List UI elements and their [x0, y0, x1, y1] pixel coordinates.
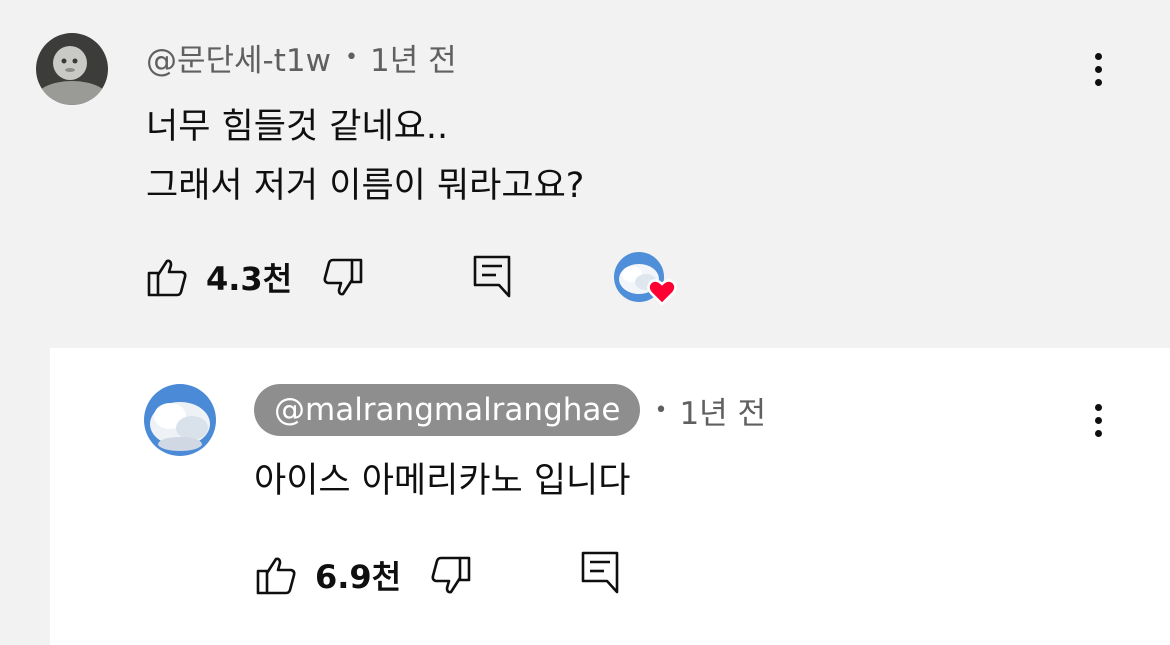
- reply-like-button[interactable]: 6.9천: [255, 553, 401, 597]
- thumbs-down-icon: [322, 257, 364, 299]
- comment-author-handle[interactable]: @문단세-t1w: [146, 35, 331, 80]
- meta-separator: •: [344, 44, 358, 70]
- thumbs-down-icon: [430, 555, 472, 597]
- reply-dislike-button[interactable]: [430, 554, 472, 598]
- more-vert-icon: [1094, 53, 1102, 60]
- reply-text: 아이스 아메리카노 입니다: [254, 461, 631, 501]
- reply-more-button[interactable]: [1093, 404, 1103, 443]
- comment-timestamp[interactable]: 1년 전: [370, 35, 457, 80]
- reply-icon: [580, 550, 620, 594]
- reply-reply-button[interactable]: [580, 550, 620, 594]
- reply-timestamp[interactable]: 1년 전: [679, 388, 766, 433]
- meta-separator: •: [654, 397, 668, 423]
- comment-meta: @문단세-t1w • 1년 전: [146, 34, 457, 80]
- more-vert-icon: [1094, 404, 1102, 411]
- heart-icon: [647, 278, 677, 306]
- reply-thread: @malrangmalranghae • 1년 전 아이스 아메리카노 입니다 …: [0, 348, 1170, 645]
- thumbs-up-icon: [255, 554, 297, 596]
- reply-icon: [472, 254, 512, 298]
- comment-like-button[interactable]: 4.3천: [146, 255, 292, 299]
- comment-text-line-1: 너무 힘들것 같네요..: [146, 107, 449, 147]
- comment-more-button[interactable]: [1093, 53, 1103, 92]
- reply-meta: @malrangmalranghae • 1년 전: [254, 384, 766, 436]
- comment-like-count: 4.3천: [206, 260, 293, 298]
- comment-reply-button[interactable]: [472, 254, 512, 298]
- commenter-avatar[interactable]: [36, 33, 108, 105]
- comment-thread: @문단세-t1w • 1년 전 너무 힘들것 같네요.. 그래서 저거 이름이 …: [0, 0, 1170, 348]
- reply-author-handle-chip[interactable]: @malrangmalranghae: [254, 384, 641, 436]
- comment-text-line-2: 그래서 저거 이름이 뭐라고요?: [146, 166, 585, 206]
- reply-author-avatar[interactable]: [144, 384, 216, 456]
- comment-dislike-button[interactable]: [322, 256, 364, 300]
- reply-like-count: 6.9천: [315, 558, 402, 596]
- thumbs-up-icon: [146, 256, 188, 298]
